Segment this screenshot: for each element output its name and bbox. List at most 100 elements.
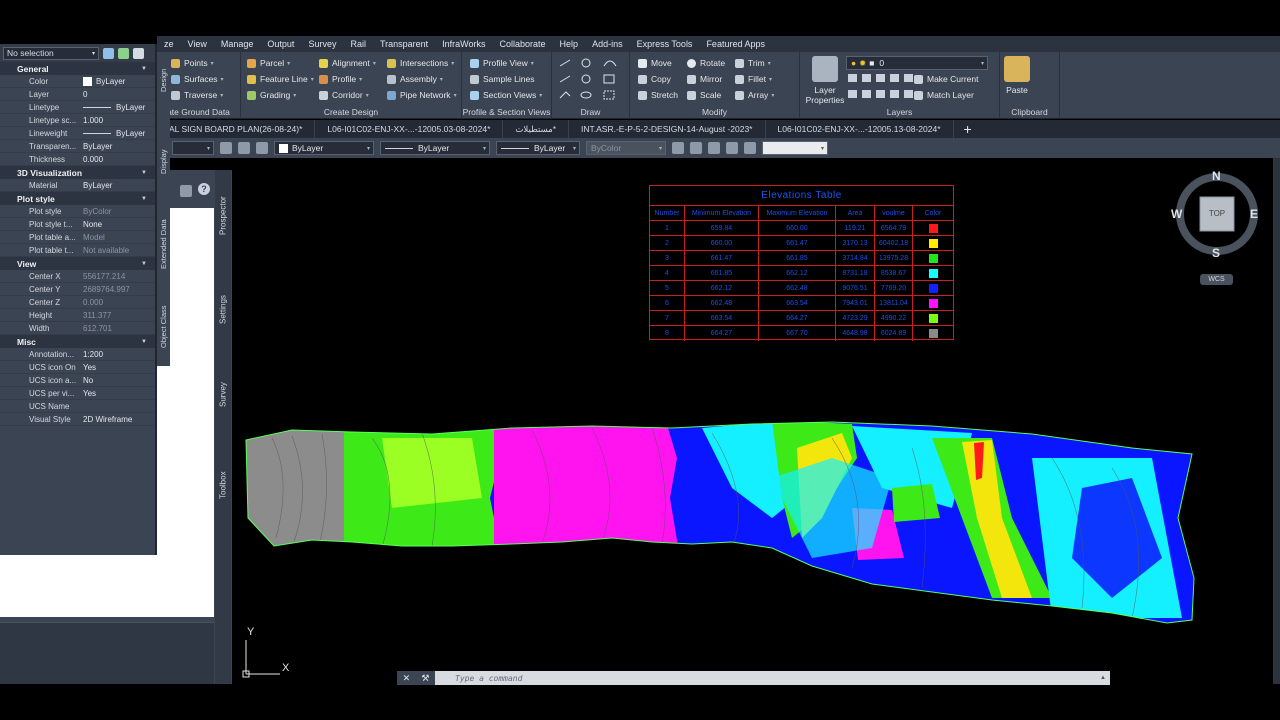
new-tab-button[interactable]: + [954, 121, 982, 137]
match-layer-button[interactable]: Match Layer [914, 90, 974, 100]
close-icon[interactable]: ✕ [403, 673, 411, 684]
sample-lines-button[interactable]: Sample Lines [470, 74, 535, 84]
wcs-menu[interactable]: WCS [1200, 274, 1233, 285]
points-button[interactable]: Points ▾ [171, 58, 214, 68]
surfaces-button[interactable]: Surfaces ▾ [171, 74, 224, 84]
intersections-button[interactable]: Intersections ▾ [387, 58, 454, 68]
property-value[interactable]: 2D Wireframe [81, 415, 155, 424]
panel-title-layers[interactable]: Layers [800, 107, 999, 117]
palette-tab-2[interactable]: Extended Data [157, 208, 170, 280]
menu-item-9[interactable]: Help [553, 39, 586, 49]
viewcube-south[interactable]: S [1212, 246, 1220, 260]
color-combo[interactable]: ByLayer ▾ [274, 141, 374, 155]
menu-item-0[interactable]: ze [157, 39, 181, 49]
match-prop-icon[interactable] [220, 142, 232, 154]
property-value[interactable]: Not available [81, 246, 155, 255]
property-row[interactable]: Plot style t... None [0, 218, 155, 231]
menu-item-10[interactable]: Add-ins [585, 39, 630, 49]
help-icon[interactable]: ? [198, 183, 210, 195]
zoom-object-icon[interactable] [744, 142, 756, 154]
section-header[interactable]: 3D Visualization ▼ [0, 166, 155, 179]
property-value[interactable]: No [81, 376, 155, 385]
palette-tab-1[interactable]: Display [157, 142, 170, 182]
property-value[interactable]: ByLayer [81, 181, 155, 190]
collapse-chevron-icon[interactable]: ▼ [141, 66, 147, 72]
zoom-extents-icon[interactable] [672, 142, 684, 154]
palette-tab-0[interactable]: Design [157, 60, 170, 100]
command-input[interactable]: Type a command [435, 674, 522, 683]
selection-combo[interactable]: No selection ▾ [3, 46, 99, 60]
copy-button[interactable]: Copy [638, 74, 671, 84]
menu-item-2[interactable]: Manage [214, 39, 261, 49]
scale-button[interactable]: Scale [687, 90, 721, 100]
menu-item-7[interactable]: InfraWorks [435, 39, 492, 49]
property-row[interactable]: Plot style ByColor [0, 205, 155, 218]
property-value[interactable]: 556177.214 [81, 272, 155, 281]
property-value[interactable]: 1:200 [81, 350, 155, 359]
property-row[interactable]: Visual Style 2D Wireframe [0, 413, 155, 426]
assembly-button[interactable]: Assembly ▾ [387, 74, 443, 84]
property-value[interactable]: ByLayer [81, 129, 155, 138]
alignment-button[interactable]: Alignment ▾ [319, 58, 376, 68]
array-button[interactable]: Array ▾ [735, 90, 774, 100]
toolspace-tab-0[interactable]: Prospector [215, 176, 231, 256]
panel-title-draw[interactable]: Draw [552, 107, 629, 117]
property-row[interactable]: Annotation... 1:200 [0, 348, 155, 361]
viewcube[interactable]: N S E W TOP [1171, 169, 1262, 260]
collapse-chevron-icon[interactable]: ▼ [141, 196, 147, 202]
layer-properties-button[interactable]: Layer Properties [804, 56, 846, 105]
property-value[interactable]: ByColor [81, 207, 155, 216]
document-tab-0[interactable]: AL SIGN BOARD PLAN(26-08-24)* [157, 120, 316, 138]
document-tab-1[interactable]: L06-I01C02-ENJ-XX-...-12005.03-08-2024* [315, 120, 504, 138]
profile-button[interactable]: Profile ▾ [319, 74, 362, 84]
property-value[interactable]: None [81, 220, 155, 229]
panel-title-create-design[interactable]: Create Design [241, 107, 461, 117]
viewcube-west[interactable]: W [1171, 207, 1182, 221]
traverse-button[interactable]: Traverse ▾ [171, 90, 223, 100]
viewcube-east[interactable]: E [1250, 207, 1258, 221]
blank-combo[interactable]: ▾ [762, 141, 828, 155]
collapse-chevron-icon[interactable]: ▼ [141, 170, 147, 176]
zoom-window-icon[interactable] [690, 142, 702, 154]
property-row[interactable]: UCS icon a... No [0, 374, 155, 387]
zoom-all-icon[interactable] [726, 142, 738, 154]
property-row[interactable]: Linetype sc... 1.000 [0, 114, 155, 127]
property-row[interactable]: Center Z 0.000 [0, 296, 155, 309]
property-value[interactable]: ByLayer [81, 76, 155, 86]
right-scrollbar[interactable] [1273, 158, 1280, 684]
property-row[interactable]: UCS Name [0, 400, 155, 413]
quick-select-icon[interactable] [133, 47, 144, 59]
profile-view-button[interactable]: Profile View ▾ [470, 58, 534, 68]
toolspace-tree-bottom[interactable] [0, 555, 214, 617]
mirror-button[interactable]: Mirror [687, 74, 722, 84]
viewcube-north[interactable]: N [1212, 169, 1221, 183]
toggle-pickadd-icon[interactable] [103, 47, 114, 59]
menu-item-8[interactable]: Collaborate [493, 39, 553, 49]
linetype-combo[interactable]: ByLayer ▾ [380, 141, 490, 155]
visual-combo[interactable]: ▾ [172, 141, 214, 155]
menu-item-3[interactable]: Output [260, 39, 301, 49]
feature-line-button[interactable]: Feature Line ▾ [247, 74, 314, 84]
layer-tools-icons[interactable] [846, 72, 916, 102]
property-value[interactable]: 0.000 [81, 155, 155, 164]
document-tab-2[interactable]: مستطيلات* [503, 120, 570, 138]
select-objects-icon[interactable] [118, 47, 129, 59]
layer-walk-icon[interactable] [256, 142, 268, 154]
property-row[interactable]: Center Y 2689764.997 [0, 283, 155, 296]
fillet-button[interactable]: Fillet ▾ [735, 74, 772, 84]
corridor-button[interactable]: Corridor ▾ [319, 90, 369, 100]
menu-item-4[interactable]: Survey [301, 39, 343, 49]
layer-combo[interactable]: ● ✹ ■ 0 ▾ [846, 56, 988, 70]
menu-item-11[interactable]: Express Tools [630, 39, 700, 49]
property-row[interactable]: Thickness 0.000 [0, 153, 155, 166]
toolspace-view-icon[interactable] [180, 185, 192, 197]
toolspace-tab-3[interactable]: Toolbox [215, 440, 231, 530]
trim-button[interactable]: Trim ▾ [735, 58, 771, 68]
pipe-network-button[interactable]: Pipe Network ▾ [387, 90, 457, 100]
parcel-button[interactable]: Parcel ▾ [247, 58, 290, 68]
document-tab-3[interactable]: INT.ASR.-E-P-5-2-DESIGN-14-August -2023* [569, 120, 766, 138]
grading-button[interactable]: Grading ▾ [247, 90, 296, 100]
property-value[interactable]: Yes [81, 363, 155, 372]
property-value[interactable]: Yes [81, 389, 155, 398]
draw-tools-icons[interactable] [552, 52, 630, 104]
